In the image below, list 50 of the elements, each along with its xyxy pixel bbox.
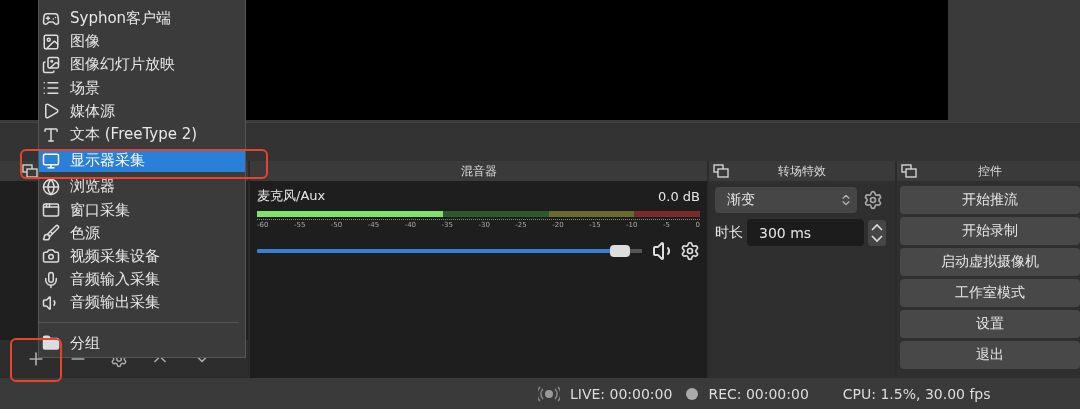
menu-item[interactable]: 分组: [39, 331, 245, 355]
menu-item[interactable]: 显示器采集: [39, 149, 245, 173]
control-button[interactable]: 设置: [900, 310, 1080, 338]
menu-item[interactable]: 音频输出采集: [39, 291, 245, 315]
source-type-icon: [42, 177, 60, 196]
broadcast-icon: [538, 385, 560, 402]
source-type-icon: [42, 102, 60, 121]
source-type-icon: [42, 55, 60, 74]
dock-title: 转场特效: [777, 162, 827, 180]
source-type-icon: [42, 125, 60, 144]
menu-item[interactable]: 图像: [39, 30, 245, 54]
menu-item[interactable]: 图像幻灯片放映: [39, 53, 245, 77]
menu-item[interactable]: Syphon客户端: [39, 7, 245, 31]
dock-title: 控件: [976, 162, 1003, 180]
float-dock-icon[interactable]: [901, 164, 917, 178]
channel-reading: 0.0 dB: [658, 188, 700, 204]
duration-field[interactable]: 300 ms: [747, 219, 864, 246]
control-button[interactable]: 启动虚拟摄像机: [900, 248, 1080, 276]
live-status: LIVE: 00:00:00: [570, 385, 673, 402]
menu-item[interactable]: 媒体源: [39, 99, 245, 123]
menu-item[interactable]: 色源: [39, 221, 245, 245]
menu-item[interactable]: 音频输入采集: [39, 268, 245, 292]
control-button[interactable]: 开始录制: [900, 217, 1080, 245]
source-type-icon: [42, 151, 60, 170]
slider-thumb[interactable]: [610, 245, 631, 257]
duration-label: 时长: [715, 223, 743, 242]
control-button[interactable]: 工作室模式: [900, 279, 1080, 307]
source-type-icon: [42, 270, 60, 289]
source-type-icon: [42, 247, 60, 266]
menu-item[interactable]: 场景: [39, 76, 245, 100]
rec-status: REC: 00:00:00: [708, 385, 809, 402]
highlight-frame: [10, 338, 62, 382]
float-dock-icon[interactable]: [22, 164, 38, 178]
settings-icon[interactable]: [863, 190, 883, 210]
menu-item[interactable]: 窗口采集: [39, 198, 245, 222]
float-dock-icon[interactable]: [713, 164, 729, 178]
dock-title: 混音器: [459, 162, 498, 180]
menu-item[interactable]: 视频采集设备: [39, 244, 245, 269]
spin-arrows-icon[interactable]: [868, 219, 886, 246]
record-dot-icon: [686, 387, 699, 400]
source-type-icon: [42, 32, 60, 51]
menu-item[interactable]: 浏览器: [39, 175, 245, 199]
source-type-icon: [42, 224, 60, 243]
channel-name: 麦克风/Aux: [257, 187, 326, 205]
source-type-icon: [42, 201, 60, 220]
cpu-status: CPU: 1.5%, 30.00 fps: [842, 385, 991, 402]
transition-select[interactable]: 渐变: [715, 187, 857, 213]
menu-item[interactable]: 文本 (FreeType 2): [39, 122, 245, 147]
control-button[interactable]: 退出: [900, 341, 1080, 369]
control-button[interactable]: 开始推流: [900, 186, 1080, 214]
